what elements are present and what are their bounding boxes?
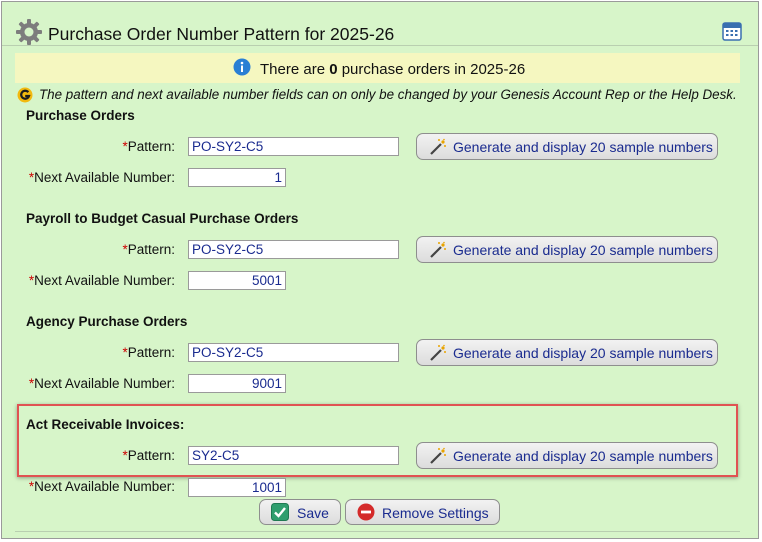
magic-wand-icon (430, 447, 446, 464)
next-available-label: *Next Available Number: (28, 273, 175, 288)
next-available-input[interactable] (188, 271, 286, 290)
remove-icon (357, 503, 375, 521)
gear-icon (16, 19, 42, 45)
generate-samples-label: Generate and display 20 sample numbers (453, 139, 713, 155)
pattern-input[interactable] (188, 446, 399, 465)
panel-header: Purchase Order Number Pattern for 2025-2… (2, 2, 758, 46)
next-available-label: *Next Available Number: (28, 376, 175, 391)
next-available-label: *Next Available Number: (28, 170, 175, 185)
generate-samples-button[interactable]: Generate and display 20 sample numbers (416, 236, 718, 263)
generate-samples-button[interactable]: Generate and display 20 sample numbers (416, 339, 718, 366)
pattern-label: *Pattern: (122, 345, 175, 360)
save-button[interactable]: Save (259, 499, 341, 525)
section-title: Purchase Orders (26, 108, 135, 123)
page-title: Purchase Order Number Pattern for 2025-2… (48, 24, 395, 44)
checkmark-icon (271, 503, 289, 521)
remove-settings-label: Remove Settings (382, 505, 489, 521)
magic-wand-icon (430, 241, 446, 258)
section-title: Act Receivable Invoices: (26, 417, 185, 432)
info-icon (233, 58, 251, 76)
next-available-label: *Next Available Number: (28, 479, 175, 494)
genesis-g-icon (17, 87, 33, 103)
section-title: Payroll to Budget Casual Purchase Orders (26, 211, 299, 226)
pattern-label: *Pattern: (122, 242, 175, 257)
next-available-input[interactable] (188, 168, 286, 187)
generate-samples-button[interactable]: Generate and display 20 sample numbers (416, 133, 718, 160)
next-available-input[interactable] (188, 478, 286, 497)
banner-text: There are 0 purchase orders in 2025-26 (260, 61, 526, 78)
section-title: Agency Purchase Orders (26, 314, 188, 329)
save-label: Save (297, 505, 329, 521)
remove-settings-button[interactable]: Remove Settings (345, 499, 500, 525)
generate-samples-label: Generate and display 20 sample numbers (453, 345, 713, 361)
calendar-icon[interactable] (722, 21, 742, 41)
divider (15, 531, 740, 532)
pattern-label: *Pattern: (122, 139, 175, 154)
magic-wand-icon (430, 344, 446, 361)
purchase-order-count: 0 (329, 61, 338, 78)
generate-samples-label: Generate and display 20 sample numbers (453, 242, 713, 258)
pattern-input[interactable] (188, 343, 399, 362)
next-available-input[interactable] (188, 374, 286, 393)
pattern-input[interactable] (188, 240, 399, 259)
pattern-label: *Pattern: (122, 448, 175, 463)
generate-samples-button[interactable]: Generate and display 20 sample numbers (416, 442, 718, 469)
pattern-input[interactable] (188, 137, 399, 156)
generate-samples-label: Generate and display 20 sample numbers (453, 448, 713, 464)
info-banner: There are 0 purchase orders in 2025-26 (15, 53, 740, 83)
po-pattern-panel: Purchase Order Number Pattern for 2025-2… (1, 1, 759, 539)
magic-wand-icon (430, 138, 446, 155)
restriction-notice: The pattern and next available number fi… (39, 87, 737, 102)
